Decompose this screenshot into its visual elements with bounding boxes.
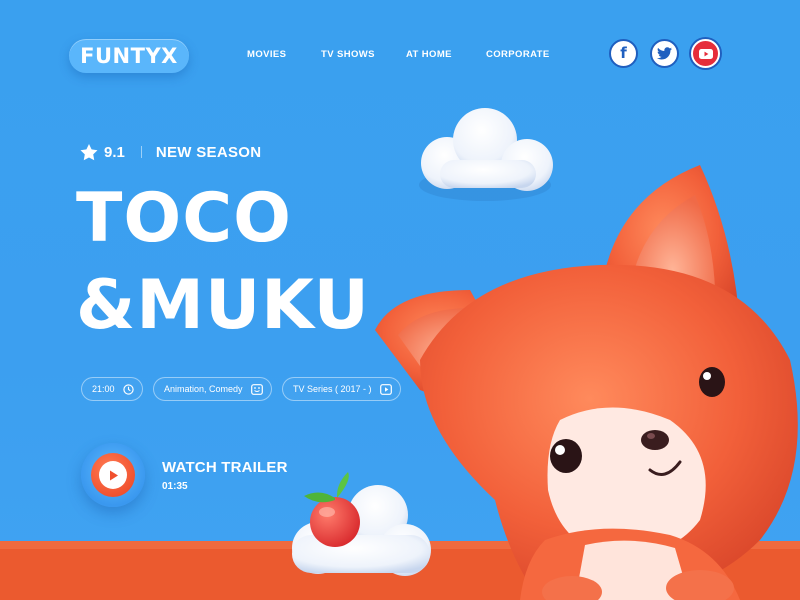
twitter-button[interactable] xyxy=(650,39,679,68)
youtube-icon xyxy=(698,48,713,59)
rating-divider xyxy=(140,146,142,158)
meta-genre-label: Animation, Comedy xyxy=(164,384,243,394)
rating-row: 9.1 NEW SEASON xyxy=(80,142,261,162)
meta-pill-genre: Animation, Comedy xyxy=(153,377,272,401)
show-title-line1: TOCO xyxy=(76,179,292,258)
play-small-icon xyxy=(379,383,392,395)
smiley-icon xyxy=(250,383,263,395)
clock-icon xyxy=(122,383,134,395)
youtube-button[interactable] xyxy=(691,39,720,68)
show-title-line2: &MUKU xyxy=(76,266,370,345)
play-button-inner xyxy=(91,453,135,497)
cloud-top-illustration xyxy=(419,108,553,201)
brand-logo[interactable]: FUNTYX xyxy=(69,39,189,73)
meta-pill-type: TV Series ( 2017 - ) xyxy=(282,377,401,401)
logo-text: FUNTYX xyxy=(80,44,178,68)
nav-item-at-home[interactable]: AT HOME xyxy=(406,49,452,60)
meta-type-label: TV Series ( 2017 - ) xyxy=(293,384,372,394)
ground-strip xyxy=(0,541,800,600)
ground-highlight xyxy=(0,541,800,549)
season-badge: NEW SEASON xyxy=(155,143,262,161)
play-icon xyxy=(99,461,127,489)
rating-score: 9.1 xyxy=(104,143,125,161)
meta-time-label: 21:00 xyxy=(92,384,115,394)
meta-pill-time: 21:00 xyxy=(81,377,143,401)
twitter-icon xyxy=(657,47,672,60)
fox-character-illustration xyxy=(375,165,798,600)
watch-trailer-button[interactable] xyxy=(81,443,145,507)
nav-item-corporate[interactable]: CORPORATE xyxy=(486,49,550,60)
watch-trailer-label[interactable]: WATCH TRAILER xyxy=(162,459,288,476)
nav-item-tv-shows[interactable]: TV SHOWS xyxy=(321,49,375,60)
star-icon xyxy=(80,143,98,160)
trailer-duration: 01:35 xyxy=(162,481,188,492)
facebook-icon: f xyxy=(620,44,627,62)
nav-item-movies[interactable]: MOVIES xyxy=(247,49,286,60)
facebook-button[interactable]: f xyxy=(609,39,638,68)
